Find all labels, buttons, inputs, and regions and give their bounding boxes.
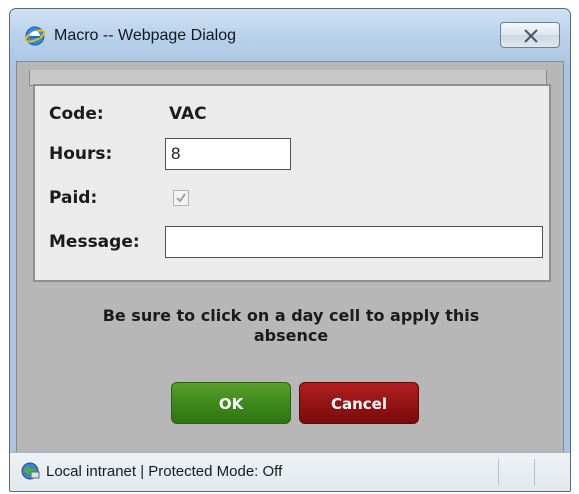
close-icon: [524, 29, 538, 43]
paid-checkbox[interactable]: [173, 190, 189, 206]
instruction-line-2: absence: [253, 326, 329, 345]
status-divider: [498, 459, 499, 485]
form-panel: Code: VAC Hours: 8 Paid: Message:: [33, 84, 551, 282]
local-intranet-globe-icon: [20, 461, 40, 481]
close-button[interactable]: [500, 22, 560, 48]
instruction-line-1: Be sure to click on a day cell to apply …: [102, 306, 480, 325]
hours-input[interactable]: 8: [165, 138, 291, 170]
ie-icon: [24, 25, 46, 47]
status-divider: [534, 459, 535, 485]
window-title: Macro -- Webpage Dialog: [54, 27, 237, 44]
instruction-text: Be sure to click on a day cell to apply …: [17, 306, 565, 346]
message-input[interactable]: [165, 226, 543, 258]
message-label: Message:: [49, 232, 140, 252]
code-label: Code:: [49, 104, 104, 124]
dialog-window: Macro -- Webpage Dialog Code: VAC Hours:…: [9, 8, 571, 492]
paid-label: Paid:: [49, 188, 98, 208]
checkmark-icon: [176, 193, 186, 203]
status-bar: Local intranet | Protected Mode: Off: [10, 452, 570, 491]
hours-label: Hours:: [49, 144, 113, 164]
status-text: Local intranet | Protected Mode: Off: [46, 463, 283, 480]
title-bar[interactable]: Macro -- Webpage Dialog: [10, 9, 570, 61]
cancel-button[interactable]: Cancel: [299, 382, 419, 424]
code-value: VAC: [169, 104, 207, 124]
ok-button[interactable]: OK: [171, 382, 291, 424]
dialog-content: Code: VAC Hours: 8 Paid: Message: Be sur…: [16, 61, 564, 455]
